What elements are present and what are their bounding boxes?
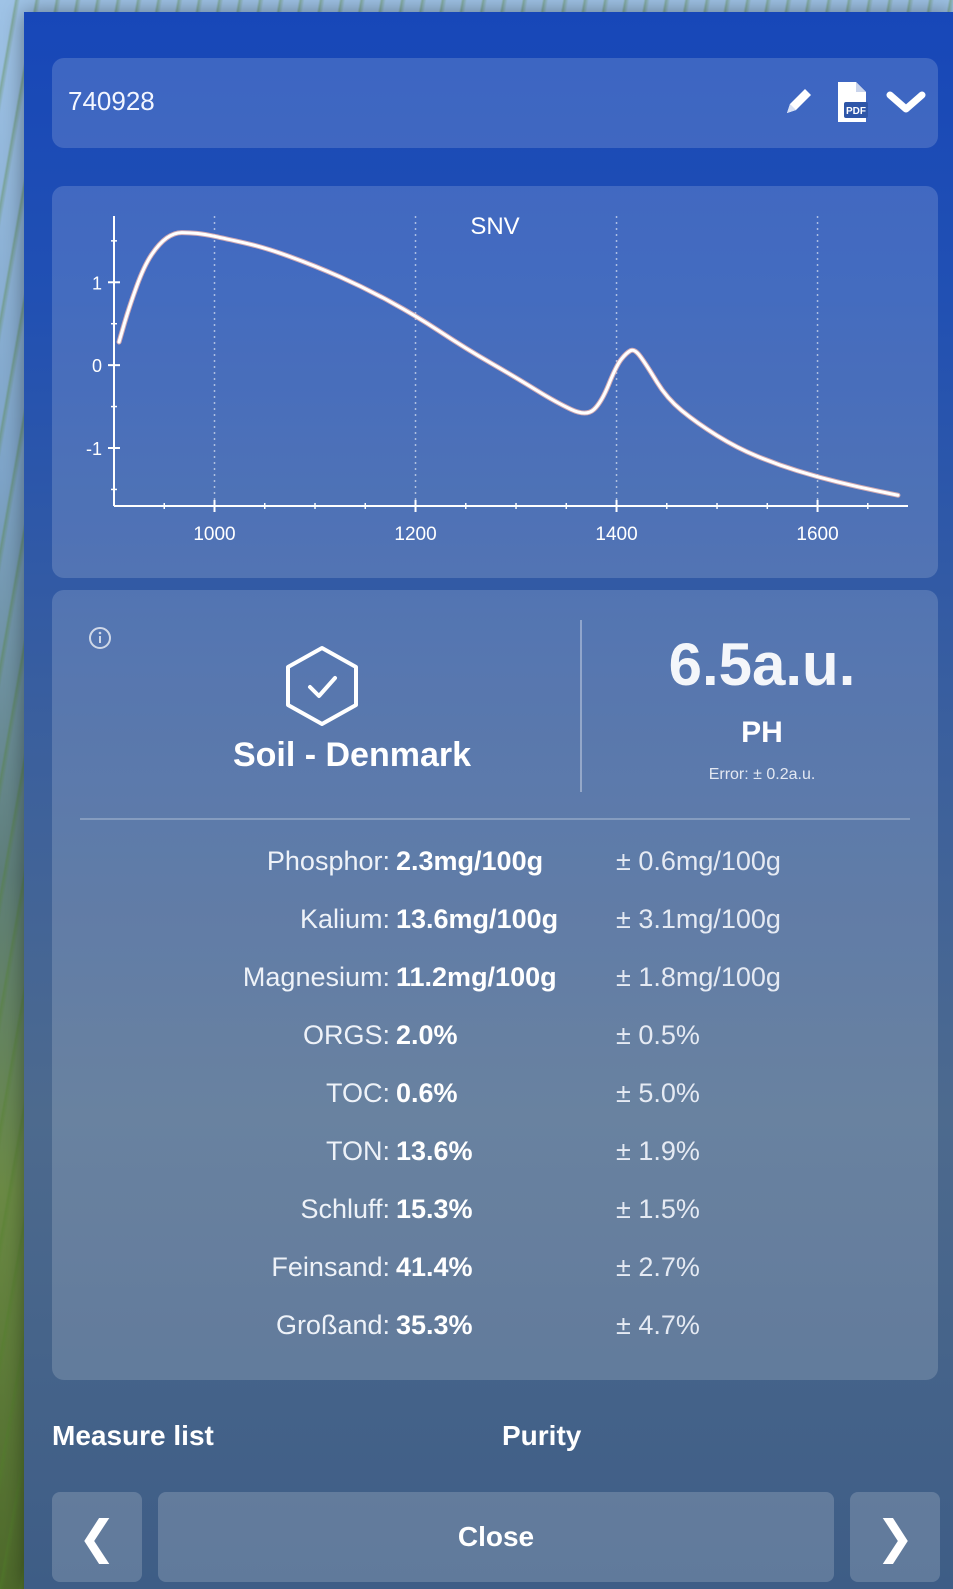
analyte-row: Schluff: 15.3% ± 1.5%: [52, 1194, 938, 1234]
measurement-panel: 740928 PDF 1000 1200 1400 1600 1 0 -1 SN…: [24, 12, 953, 1589]
analyte-error: ± 0.5%: [616, 1020, 700, 1050]
analyte-row: ORGS: 2.0% ± 0.5%: [52, 1020, 938, 1060]
x-tick-label: 1200: [394, 524, 436, 545]
y-tick-label: 0: [92, 356, 102, 376]
spectrum-chart: 1000 1200 1400 1600 1 0 -1 SNV: [52, 186, 938, 578]
analyte-label: Kalium:: [299, 904, 390, 934]
analyte-row: Großand: 35.3% ± 4.7%: [52, 1310, 938, 1350]
chart-series-layer: [116, 230, 901, 498]
footer-labels: Measure list Purity: [24, 1420, 953, 1460]
main-label: PH: [741, 716, 783, 749]
analyte-label: Feinsand:: [271, 1252, 390, 1282]
analyte-value: 15.3%: [396, 1194, 473, 1224]
x-tick-label: 1600: [796, 524, 838, 545]
svg-text:PDF: PDF: [846, 106, 866, 117]
analyte-label: TON:: [325, 1136, 390, 1166]
chart-title: SNV: [470, 213, 519, 240]
purity-tab[interactable]: Purity: [502, 1420, 581, 1452]
y-tick-label: 1: [92, 273, 102, 293]
y-tick-label: -1: [86, 439, 102, 459]
series-line: [117, 231, 900, 497]
analyte-row: Kalium: 13.6mg/100g ± 3.1mg/100g: [52, 904, 938, 944]
analyte-label: TOC:: [325, 1078, 390, 1108]
horizontal-divider: [80, 818, 910, 820]
analyte-value: 41.4%: [396, 1252, 473, 1282]
header-bar[interactable]: 740928 PDF: [52, 58, 938, 148]
analyte-value: 13.6mg/100g: [396, 904, 559, 934]
analyte-error: ± 1.5%: [616, 1194, 700, 1224]
spectrum-chart-svg: 1000 1200 1400 1600 1 0 -1 SNV: [86, 213, 908, 545]
analyte-error: ± 5.0%: [616, 1078, 700, 1108]
close-button[interactable]: Close: [158, 1492, 834, 1582]
analyte-label: Magnesium:: [242, 962, 390, 992]
analyte-value: 11.2mg/100g: [396, 962, 557, 992]
analyte-error: ± 1.9%: [616, 1136, 700, 1166]
analyte-row: Phosphor: 2.3mg/100g ± 0.6mg/100g: [52, 846, 938, 886]
analyte-label: Schluff:: [300, 1194, 390, 1224]
analyte-row: Magnesium: 11.2mg/100g ± 1.8mg/100g: [52, 962, 938, 1002]
analyte-error: ± 4.7%: [616, 1310, 700, 1340]
next-button[interactable]: ❯: [850, 1492, 940, 1582]
analyte-row: TON: 13.6% ± 1.9%: [52, 1136, 938, 1176]
analyte-label: Großand:: [275, 1310, 390, 1340]
chart-grid: [213, 216, 819, 506]
main-error: Error: ± 0.2a.u.: [708, 766, 816, 783]
analyte-label: Phosphor:: [266, 846, 390, 876]
analyte-label: ORGS:: [302, 1020, 390, 1050]
pencil-icon[interactable]: [778, 80, 818, 124]
analyte-value: 2.3mg/100g: [396, 846, 544, 876]
analyte-value: 35.3%: [396, 1310, 473, 1340]
analyte-error: ± 1.8mg/100g: [616, 962, 781, 992]
x-tick-label: 1000: [193, 524, 235, 545]
chevron-down-icon[interactable]: [886, 80, 926, 124]
main-value: 6.5a.u.: [668, 631, 856, 698]
verified-hexagon-icon: [284, 644, 360, 733]
x-tick-label: 1400: [595, 524, 637, 545]
header-actions: PDF: [778, 80, 926, 124]
analyte-value: 2.0%: [396, 1020, 458, 1050]
analyte-error: ± 3.1mg/100g: [616, 904, 781, 934]
results-card: Soil - Denmark 6.5a.u. PH Error: ± 0.2a.…: [52, 590, 938, 1380]
measure-list-link[interactable]: Measure list: [52, 1420, 214, 1452]
sample-name: Soil - Denmark: [232, 736, 472, 774]
chart-axes: 1000 1200 1400 1600 1 0 -1: [86, 216, 908, 545]
app-root: 740928 PDF 1000 1200 1400 1600 1 0 -1 SN…: [0, 0, 953, 1589]
pdf-file-icon[interactable]: PDF: [832, 80, 872, 124]
measurement-id: 740928: [68, 86, 155, 116]
analyte-row: TOC: 0.6% ± 5.0%: [52, 1078, 938, 1118]
analyte-value: 13.6%: [396, 1136, 473, 1166]
vertical-divider: [580, 620, 582, 792]
analyte-error: ± 2.7%: [616, 1252, 700, 1282]
previous-button[interactable]: ❮: [52, 1492, 142, 1582]
analyte-row: Feinsand: 41.4% ± 2.7%: [52, 1252, 938, 1292]
series-line-shadow: [116, 230, 901, 498]
analyte-value: 0.6%: [396, 1078, 458, 1108]
analyte-error: ± 0.6mg/100g: [616, 846, 781, 876]
info-icon[interactable]: [88, 626, 112, 655]
